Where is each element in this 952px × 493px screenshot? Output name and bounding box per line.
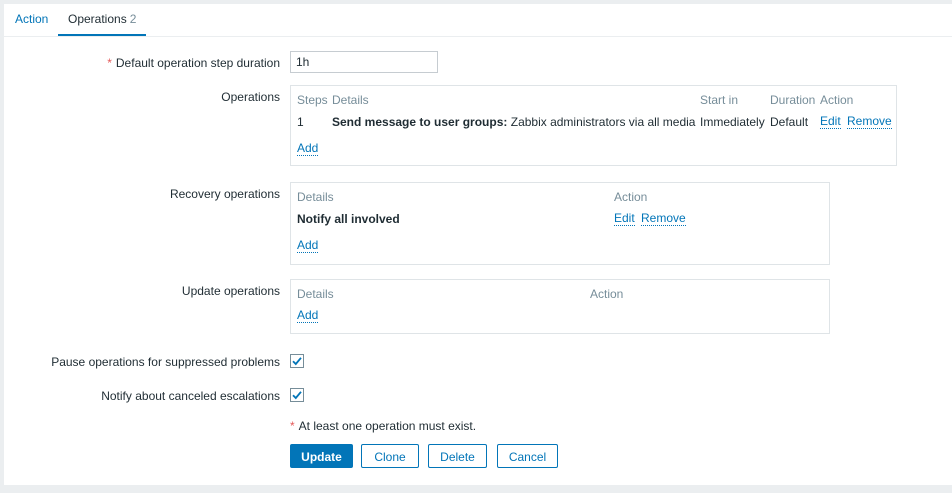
- operation-details-target: Zabbix administrators via all media: [510, 115, 696, 129]
- operation-duration: Default: [770, 115, 809, 129]
- operation-start-in: Immediately: [700, 115, 765, 129]
- pause-suppressed-checkbox[interactable]: [290, 354, 304, 368]
- checkmark-icon: [292, 391, 302, 400]
- step-duration-label: * Default operation step duration: [107, 56, 280, 70]
- column-header-action: Action: [820, 93, 854, 107]
- recovery-edit-link[interactable]: Edit: [614, 212, 635, 226]
- required-note: * At least one operation must exist.: [290, 419, 476, 433]
- pause-suppressed-label: Pause operations for suppressed problems: [51, 355, 280, 369]
- notify-canceled-checkbox[interactable]: [290, 388, 304, 402]
- recovery-operations-label: Recovery operations: [169, 187, 280, 201]
- operations-label: Operations: [221, 90, 280, 104]
- tab-action[interactable]: Action: [15, 4, 48, 34]
- cancel-button[interactable]: Cancel: [497, 444, 558, 468]
- recovery-add-link[interactable]: Add: [297, 239, 319, 253]
- update-button[interactable]: Update: [290, 444, 353, 468]
- operations-table: Steps Details Start in Duration Action 1…: [290, 85, 897, 166]
- update-add-link[interactable]: Add: [297, 309, 319, 323]
- required-note-text: At least one operation must exist.: [298, 419, 477, 433]
- column-header-details: Details: [297, 287, 334, 301]
- column-header-details: Details: [297, 190, 334, 204]
- operation-step: 1: [297, 115, 304, 129]
- recovery-operation-details: Notify all involved: [297, 212, 400, 226]
- operation-remove-link[interactable]: Remove: [847, 115, 892, 129]
- column-header-action: Action: [614, 190, 648, 204]
- step-duration-label-text: Default operation step duration: [115, 56, 280, 70]
- column-header-start-in: Start in: [700, 93, 739, 107]
- operation-edit-link[interactable]: Edit: [820, 115, 841, 129]
- clone-button[interactable]: Clone: [361, 444, 419, 468]
- operation-details-type: Send message to user groups:: [332, 115, 508, 129]
- update-operations-table: Details Action Add: [290, 279, 830, 334]
- checkmark-icon: [292, 357, 302, 366]
- delete-button[interactable]: Delete: [428, 444, 487, 468]
- tab-operations-count: 2: [129, 12, 137, 26]
- update-operations-label: Update operations: [181, 284, 280, 298]
- operation-details: Send message to user groups: Zabbix admi…: [332, 115, 695, 129]
- column-header-action: Action: [590, 287, 624, 301]
- required-mark: *: [290, 419, 295, 433]
- operation-add-link[interactable]: Add: [297, 142, 319, 156]
- notify-canceled-label: Notify about canceled escalations: [101, 389, 280, 403]
- form-panel: Action Operations 2 * Default operation st…: [4, 4, 952, 485]
- required-mark: *: [107, 56, 112, 70]
- recovery-operations-table: Details Action Notify all involved Edit …: [290, 182, 830, 265]
- tab-bar: Action Operations 2: [4, 4, 952, 37]
- column-header-steps: Steps: [297, 93, 328, 107]
- column-header-details: Details: [332, 93, 369, 107]
- recovery-remove-link[interactable]: Remove: [641, 212, 686, 226]
- tab-operations[interactable]: Operations 2: [58, 4, 147, 36]
- column-header-duration: Duration: [770, 93, 816, 107]
- tab-action-label: Action: [15, 12, 49, 26]
- step-duration-input[interactable]: [290, 51, 438, 73]
- tab-operations-label: Operations: [68, 12, 127, 26]
